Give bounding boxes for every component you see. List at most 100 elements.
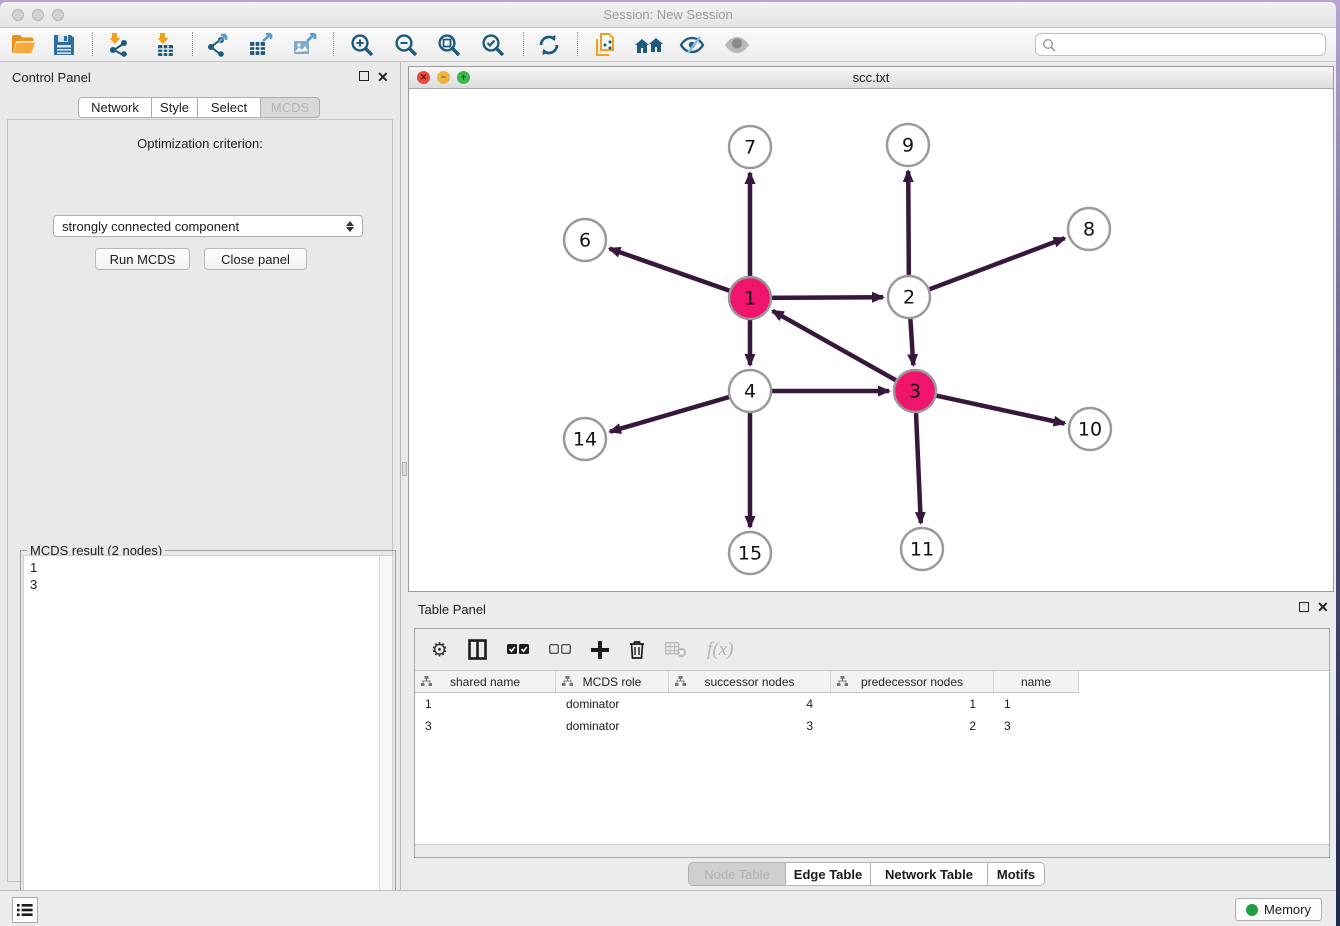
search-input[interactable] xyxy=(1035,33,1326,56)
zoom-fit-icon[interactable] xyxy=(431,30,467,60)
result-item: 3 xyxy=(30,576,386,593)
control-panel-title: Control Panel xyxy=(12,70,91,85)
mcds-result-box: MCDS result (2 nodes) 1 3 xyxy=(20,550,396,926)
table-cell-name[interactable]: 1 xyxy=(994,693,1079,715)
node-9[interactable]: 9 xyxy=(887,124,929,166)
svg-text:15: 15 xyxy=(738,543,762,565)
table-cell-predecessor_nodes[interactable]: 2 xyxy=(831,715,994,737)
tab-style[interactable]: Style xyxy=(151,97,198,118)
dropdown-value: strongly connected component xyxy=(62,219,239,234)
window-title: Session: New Session xyxy=(0,7,1336,22)
edge-1-6[interactable] xyxy=(610,249,743,296)
table-toolbar: ⚙ f(x) xyxy=(415,629,1329,671)
close-panel-button[interactable]: Close panel xyxy=(204,248,307,270)
table-cell-mcds_role[interactable]: dominator xyxy=(556,715,669,737)
edge-4-14[interactable] xyxy=(610,393,742,432)
hierarchy-icon xyxy=(421,676,432,687)
optimization-criterion-select[interactable]: strongly connected component xyxy=(53,215,363,237)
eye-icon[interactable] xyxy=(719,30,755,60)
column-header-successor_nodes[interactable]: successor nodes xyxy=(669,671,831,693)
table-cell-shared_name[interactable]: 1 xyxy=(415,693,556,715)
edge-2-9[interactable] xyxy=(908,171,909,289)
column-header-shared_name[interactable]: shared name xyxy=(415,671,556,693)
eye-slash-icon[interactable] xyxy=(674,30,710,60)
import-network-icon[interactable] xyxy=(100,30,136,60)
columns-icon[interactable] xyxy=(468,639,487,660)
tab-motifs[interactable]: Motifs xyxy=(987,862,1045,886)
table-hscrollbar[interactable] xyxy=(415,844,1329,857)
memory-label: Memory xyxy=(1264,902,1311,917)
float-panel-icon[interactable] xyxy=(359,71,369,83)
memory-button[interactable]: Memory xyxy=(1235,898,1322,921)
column-header-mcds_role[interactable]: MCDS role xyxy=(556,671,669,693)
edge-1-2[interactable] xyxy=(758,297,883,298)
mcds-panel: Optimization criterion: strongly connect… xyxy=(7,119,393,882)
copy-network-icon[interactable] xyxy=(587,30,623,60)
table-cell-successor_nodes[interactable]: 4 xyxy=(669,693,831,715)
table-cell-shared_name[interactable]: 3 xyxy=(415,715,556,737)
table-cell-name[interactable]: 3 xyxy=(994,715,1079,737)
open-file-icon[interactable] xyxy=(5,30,41,60)
svg-text:4: 4 xyxy=(744,381,756,403)
node-1[interactable]: 1 xyxy=(729,277,771,319)
export-table-icon[interactable] xyxy=(243,30,279,60)
table-cell-successor_nodes[interactable]: 3 xyxy=(669,715,831,737)
panel-splitter[interactable] xyxy=(400,62,408,890)
tab-edge-table[interactable]: Edge Table xyxy=(785,862,871,886)
node-2[interactable]: 2 xyxy=(888,276,930,318)
table-cell-mcds_role[interactable]: dominator xyxy=(556,693,669,715)
deselect-all-icon[interactable] xyxy=(549,644,571,655)
function-builder-icon[interactable]: f(x) xyxy=(707,639,733,661)
table-frame: ⚙ f(x) shared nameMCDS rolesuccessor nod… xyxy=(414,628,1330,858)
export-network-icon[interactable] xyxy=(200,30,236,60)
table-row[interactable]: 1dominator411 xyxy=(415,693,1329,715)
edge-3-1[interactable] xyxy=(773,311,908,387)
houses-icon[interactable] xyxy=(631,30,667,60)
zoom-in-icon[interactable] xyxy=(344,30,380,60)
tab-network-table[interactable]: Network Table xyxy=(870,862,988,886)
edge-3-10[interactable] xyxy=(923,393,1065,424)
refresh-icon[interactable] xyxy=(531,30,567,60)
network-graph-svg[interactable]: 7 9 6 8 1 2 4 3 14 10 15 11 xyxy=(409,89,1333,592)
node-15[interactable]: 15 xyxy=(729,532,771,574)
delete-table-icon[interactable] xyxy=(665,642,687,658)
table-body: 1dominator4113dominator323 xyxy=(415,693,1329,737)
hierarchy-icon xyxy=(837,676,848,687)
node-4[interactable]: 4 xyxy=(729,370,771,412)
tab-mcds[interactable]: MCDS xyxy=(260,97,320,118)
select-all-icon[interactable] xyxy=(507,644,529,655)
mcds-result-list[interactable]: 1 3 xyxy=(23,555,393,926)
node-10[interactable]: 10 xyxy=(1069,408,1111,450)
zoom-selected-icon[interactable] xyxy=(475,30,511,60)
add-column-icon[interactable] xyxy=(591,641,609,659)
edge-3-11[interactable] xyxy=(915,399,920,523)
gear-icon[interactable]: ⚙ xyxy=(431,639,448,661)
splitter-handle-icon[interactable] xyxy=(402,462,407,476)
node-6[interactable]: 6 xyxy=(564,219,606,261)
column-header-predecessor_nodes[interactable]: predecessor nodes xyxy=(831,671,994,693)
node-7[interactable]: 7 xyxy=(729,126,771,168)
svg-text:7: 7 xyxy=(744,137,756,159)
node-14[interactable]: 14 xyxy=(564,418,606,460)
column-header-name[interactable]: name xyxy=(994,671,1079,693)
float-table-panel-icon[interactable] xyxy=(1299,602,1309,614)
node-3[interactable]: 3 xyxy=(894,370,936,412)
tab-select[interactable]: Select xyxy=(197,97,261,118)
zoom-out-icon[interactable] xyxy=(388,30,424,60)
export-image-icon[interactable] xyxy=(287,30,323,60)
save-session-icon[interactable] xyxy=(46,30,82,60)
task-list-button[interactable] xyxy=(12,897,38,923)
node-8[interactable]: 8 xyxy=(1068,208,1110,250)
delete-column-icon[interactable] xyxy=(629,640,645,659)
close-table-panel-icon[interactable]: ✕ xyxy=(1317,601,1329,613)
import-table-icon[interactable] xyxy=(147,30,183,60)
table-row[interactable]: 3dominator323 xyxy=(415,715,1329,737)
tab-network[interactable]: Network xyxy=(78,97,152,118)
result-scrollbar[interactable] xyxy=(379,556,392,926)
table-cell-predecessor_nodes[interactable]: 1 xyxy=(831,693,994,715)
tab-node-table[interactable]: Node Table xyxy=(688,862,786,886)
close-panel-icon[interactable]: ✕ xyxy=(377,71,389,83)
edge-2-8[interactable] xyxy=(917,238,1065,294)
run-mcds-button[interactable]: Run MCDS xyxy=(95,248,190,270)
node-11[interactable]: 11 xyxy=(901,528,943,570)
